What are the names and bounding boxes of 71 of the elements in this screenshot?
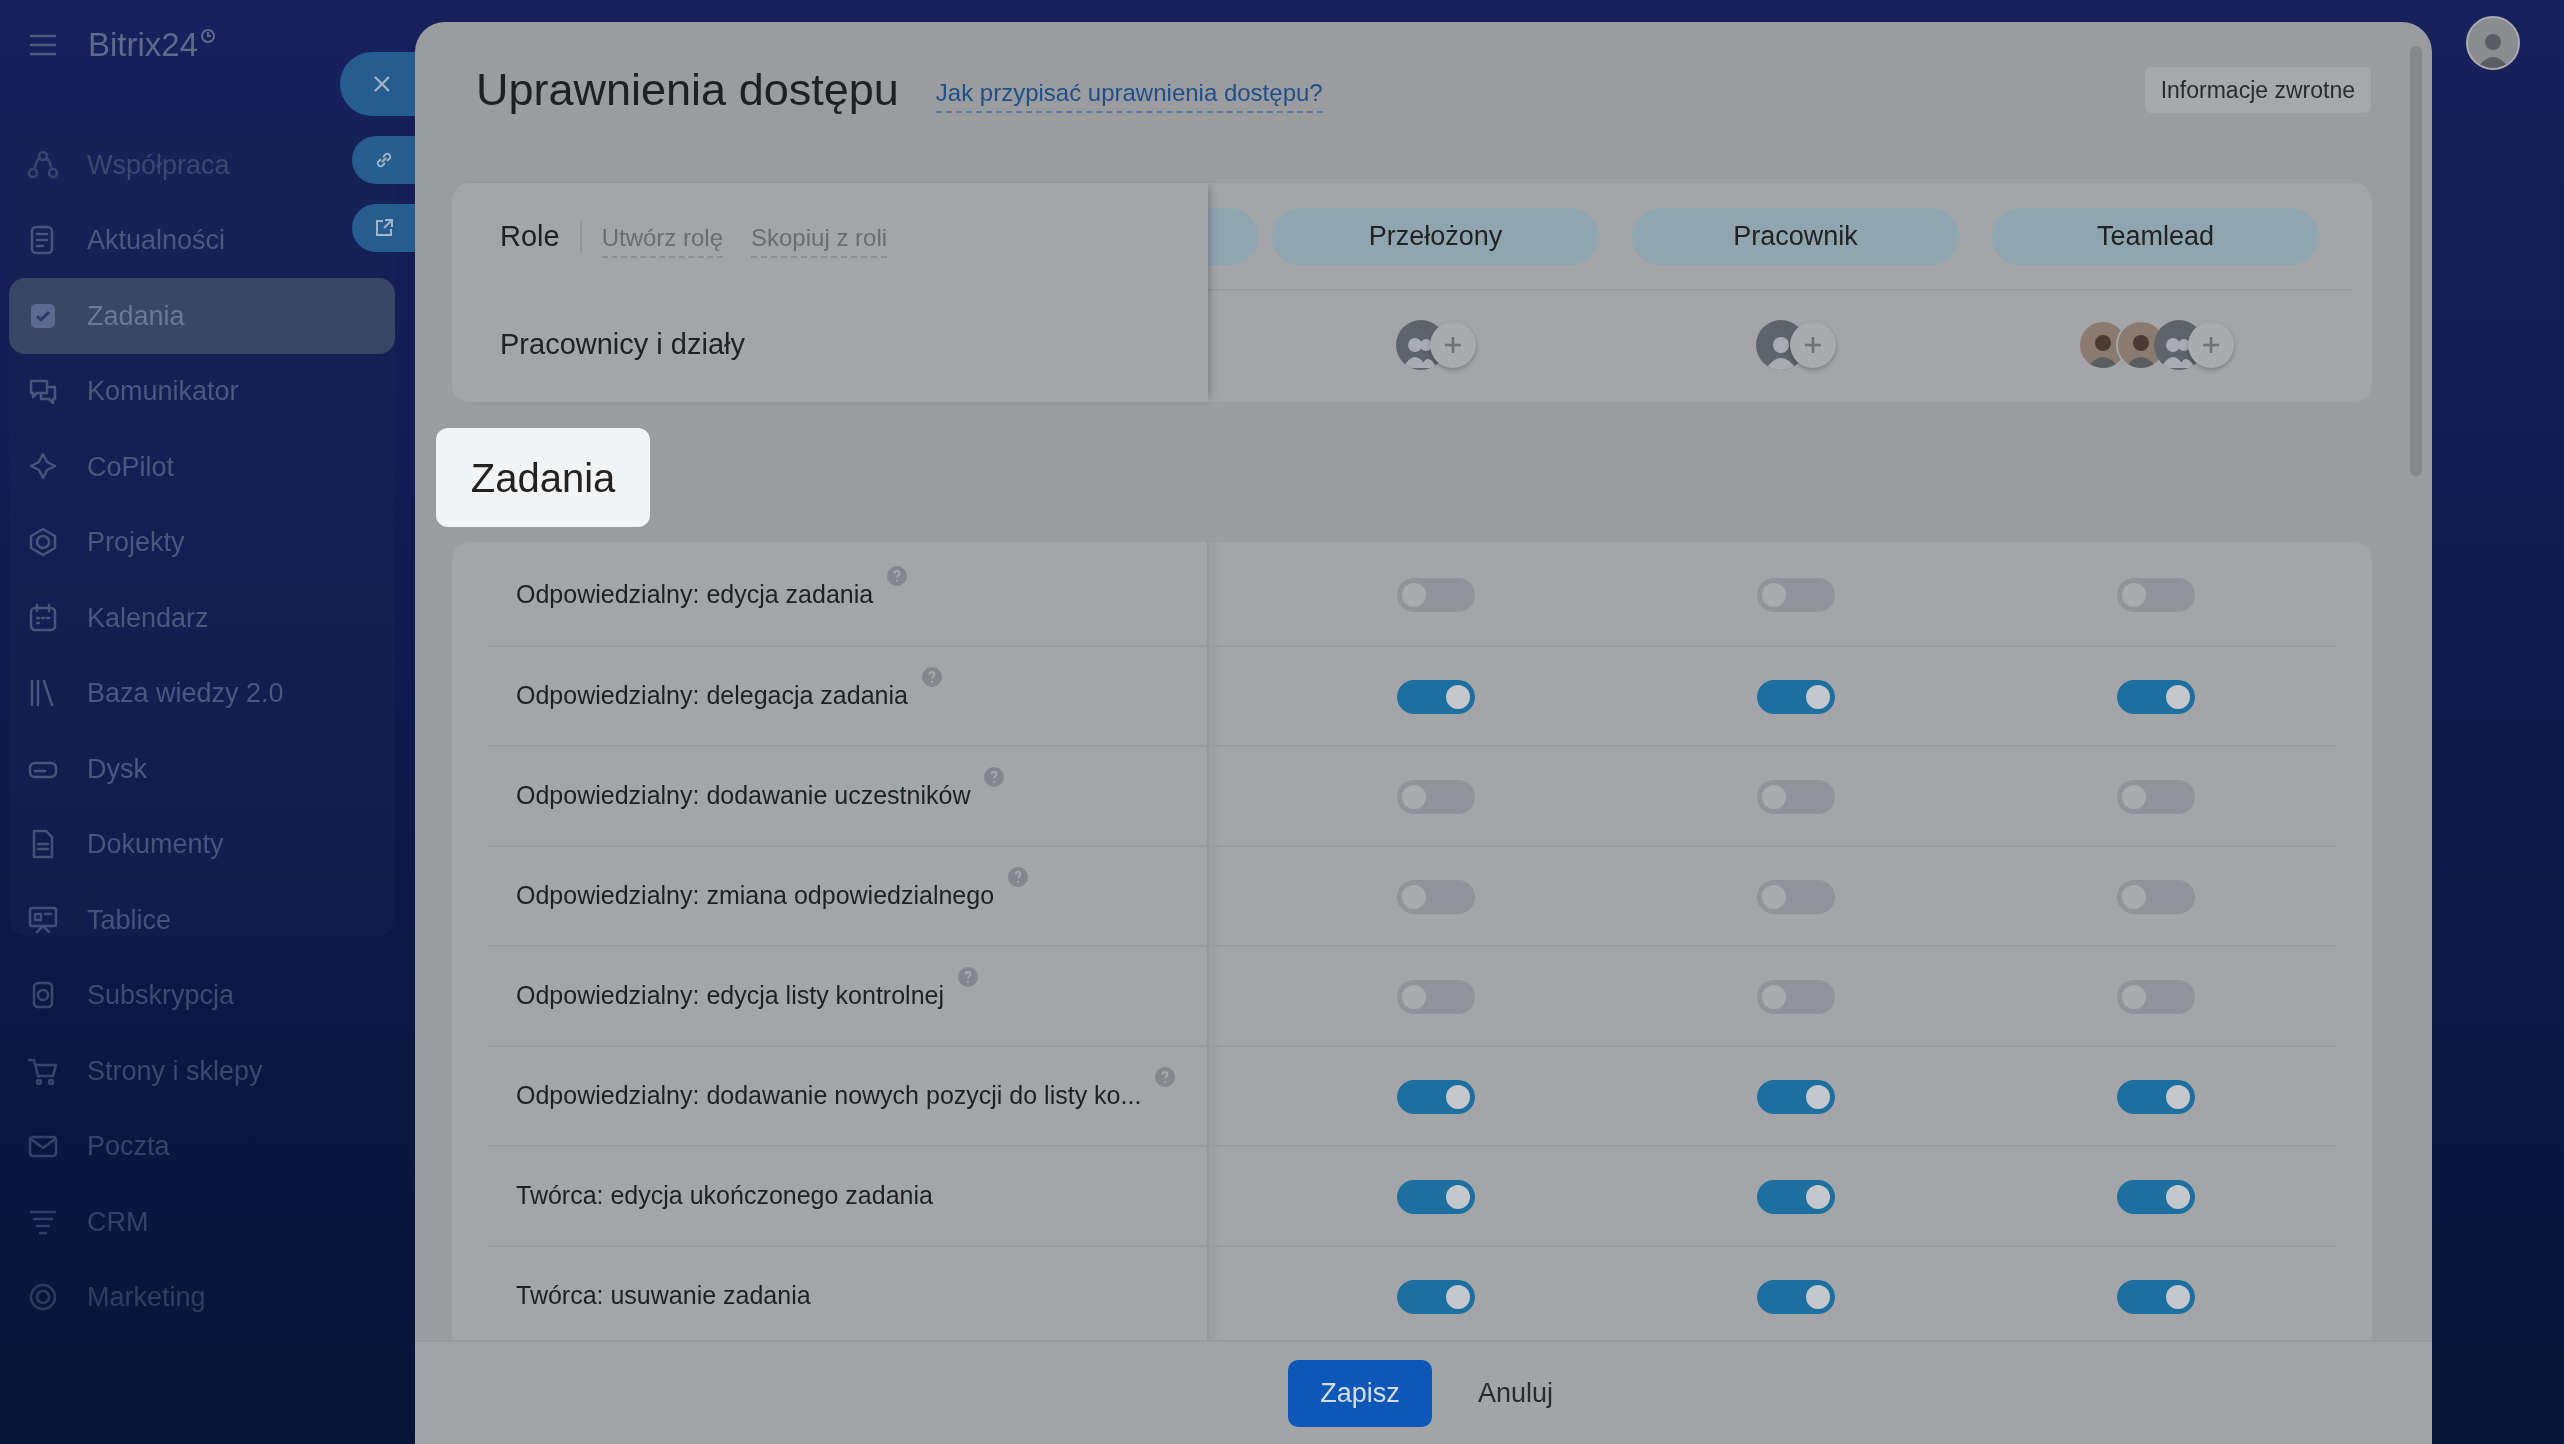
permission-label: Odpowiedzialny: zmiana odpowiedzialnego: [516, 880, 995, 912]
role-pill[interactable]: Pracownik: [1632, 208, 1959, 265]
menu-icon[interactable]: [28, 33, 58, 57]
cancel-button[interactable]: Anuluj: [1461, 1359, 1570, 1427]
open-external-button[interactable]: [352, 204, 415, 252]
permission-label: Twórca: edycja ukończonego zadania: [516, 1180, 933, 1212]
sidebar-item[interactable]: CoPilot: [9, 429, 395, 505]
permission-label: Odpowiedzialny: delegacja zadania: [516, 680, 908, 712]
help-icon[interactable]: [921, 667, 942, 688]
sidebar-item[interactable]: Kalendarz: [9, 580, 395, 656]
toggle-switch[interactable]: [2117, 1080, 2195, 1114]
sidebar-item[interactable]: Projekty: [9, 504, 395, 580]
add-member-button[interactable]: [2187, 322, 2234, 368]
toggle-switch[interactable]: [1397, 1180, 1475, 1214]
toggle-switch[interactable]: [1397, 578, 1475, 612]
toggle-switch[interactable]: [2117, 780, 2195, 814]
toggle-switch[interactable]: [1397, 780, 1475, 814]
sidebar-item[interactable]: Dysk: [9, 731, 395, 807]
help-link[interactable]: Jak przypisać uprawnienia dostępu?: [935, 75, 1323, 113]
hexagon-icon: [27, 526, 59, 559]
toggle-switch[interactable]: [1757, 578, 1835, 612]
help-icon[interactable]: [1155, 1067, 1176, 1088]
close-button[interactable]: [340, 52, 415, 116]
toggle-switch[interactable]: [2117, 578, 2195, 612]
help-icon[interactable]: [984, 767, 1005, 788]
add-member-button[interactable]: [1789, 322, 1836, 368]
user-avatar[interactable]: [2466, 16, 2520, 70]
toggle-switch[interactable]: [2117, 680, 2195, 714]
toggle-switch[interactable]: [1757, 880, 1835, 914]
feedback-button[interactable]: Informacje zwrotne: [2144, 67, 2371, 113]
toggle-switch[interactable]: [2117, 980, 2195, 1014]
toggle-switch[interactable]: [1397, 1080, 1475, 1114]
toggle-switch[interactable]: [1397, 980, 1475, 1014]
toggle-switch[interactable]: [1757, 1080, 1835, 1114]
logo: Bitrix24: [88, 25, 199, 66]
sidebar-item[interactable]: Komunikator: [9, 353, 395, 429]
role-pill[interactable]: Przełożony: [1272, 208, 1599, 265]
help-icon[interactable]: [958, 967, 978, 988]
toggle-switch[interactable]: [1757, 780, 1835, 814]
modal-title: Uprawnienia dostępu: [476, 63, 899, 118]
permission-label: Odpowiedzialny: edycja listy kontrolnej: [516, 980, 944, 1012]
toggle-switch[interactable]: [1397, 680, 1475, 714]
role-action-link[interactable]: Utwórz rolę: [601, 219, 723, 258]
roles-label: Role: [500, 218, 560, 254]
toggle-switch[interactable]: [2117, 880, 2195, 914]
clock-icon: [200, 28, 217, 44]
toggle-switch[interactable]: [2117, 1180, 2195, 1214]
toggle-switch[interactable]: [1757, 1280, 1835, 1314]
toggle-switch[interactable]: [1757, 980, 1835, 1014]
permission-label: Odpowiedzialny: dodawanie uczestników: [516, 780, 971, 812]
toggle-switch[interactable]: [1757, 680, 1835, 714]
help-icon[interactable]: [887, 566, 908, 587]
close-icon: [371, 74, 392, 94]
permission-label: Odpowiedzialny: dodawanie nowych pozycji do listy ko...: [516, 1080, 1142, 1112]
members-label: Pracownicy i działy: [500, 327, 745, 362]
role-pill[interactable]: Teamlead: [1992, 208, 2319, 265]
help-icon[interactable]: [1008, 867, 1029, 888]
toggle-switch[interactable]: [2117, 1280, 2195, 1314]
permission-label: Twórca: usuwanie zadania: [516, 1280, 811, 1312]
role-action-link[interactable]: Skopiuj z roli: [751, 219, 888, 258]
link-button[interactable]: [352, 136, 415, 184]
section-title: Zadania: [436, 428, 650, 527]
toggle-switch[interactable]: [1397, 1280, 1475, 1314]
toggle-switch[interactable]: [1397, 880, 1475, 914]
calendar-icon: [27, 601, 59, 634]
sidebar-item[interactable]: Baza wiedzy 2.0: [9, 655, 395, 731]
people-icon: [27, 148, 59, 181]
toggle-switch[interactable]: [1757, 1180, 1835, 1214]
permission-label: Odpowiedzialny: edycja zadania: [516, 579, 874, 611]
save-button[interactable]: Zapisz: [1287, 1359, 1432, 1427]
add-member-button[interactable]: [1429, 322, 1476, 368]
